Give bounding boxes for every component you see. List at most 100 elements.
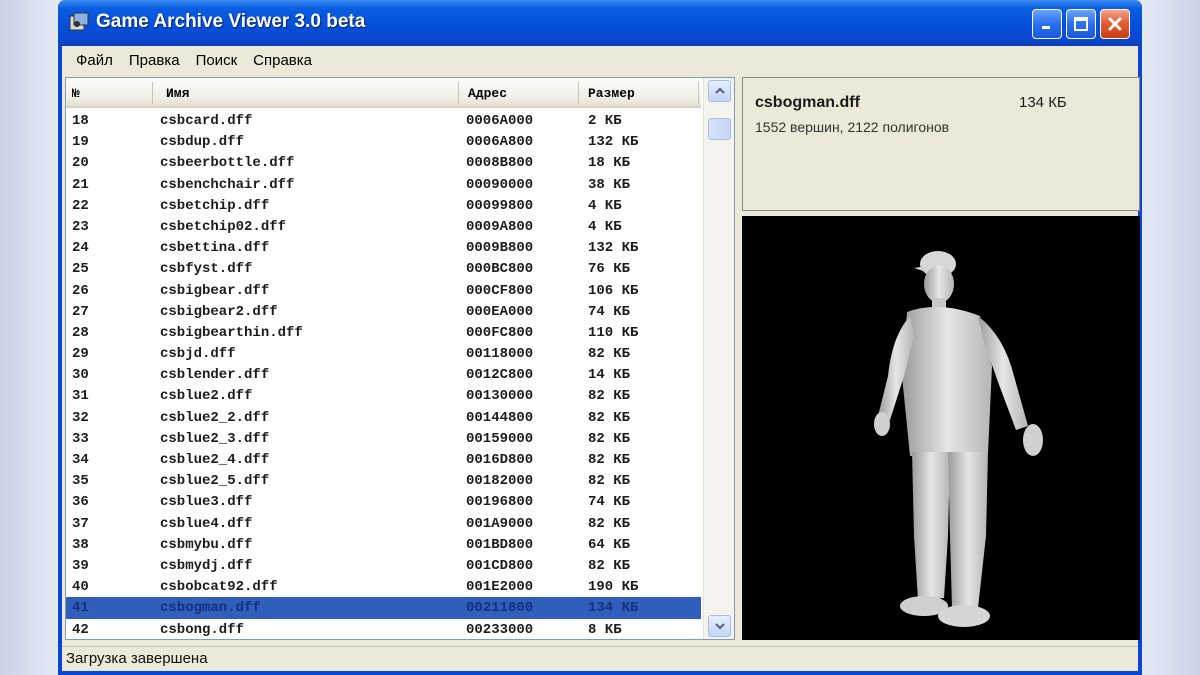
table-row[interactable]: 26 csbigbear.dff 000CF800 106 КБ	[66, 280, 701, 301]
row-address: 0016D800	[466, 452, 534, 468]
row-name: csblue4.dff	[160, 515, 253, 532]
row-size: 74 КБ	[588, 303, 631, 320]
scroll-down-button[interactable]	[708, 615, 731, 637]
table-row[interactable]: 23 csbetchip02.dff 0009A800 4 КБ	[66, 216, 701, 237]
table-row[interactable]: 38 csbmybu.dff 001BD800 64 КБ	[66, 534, 701, 555]
chevron-up-icon	[714, 87, 725, 94]
table-row[interactable]: 40 csbobcat92.dff 001E2000 190 КБ	[66, 576, 701, 597]
column-header-size[interactable]: Размер	[588, 86, 635, 101]
client-area: Файл Правка Поиск Справка № Имя Адрес Ра…	[62, 46, 1140, 671]
column-divider[interactable]	[698, 82, 699, 104]
row-number: 34	[72, 452, 89, 468]
table-row[interactable]: 21 csbenchchair.dff 00090000 38 КБ	[66, 174, 701, 195]
table-row[interactable]: 35 csblue2_5.dff 00182000 82 КБ	[66, 470, 701, 491]
row-address: 000CF800	[466, 282, 534, 299]
table-row[interactable]: 18 csbcard.dff 0006A000 2 КБ	[66, 110, 701, 131]
title-bar[interactable]: Game Archive Viewer 3.0 beta	[58, 0, 1142, 46]
table-row[interactable]: 28 csbigbearthin.dff 000FC800 110 КБ	[66, 322, 701, 343]
table-row[interactable]: 24 csbettina.dff 0009B800 132 КБ	[66, 237, 701, 258]
row-address: 0009A800	[466, 218, 534, 235]
row-number: 26	[72, 282, 89, 299]
menu-file[interactable]: Файл	[68, 52, 121, 69]
selected-file-size: 134 КБ	[1019, 94, 1067, 111]
row-size: 76 КБ	[588, 261, 631, 278]
row-name: csbogman.dff	[160, 600, 261, 617]
vertical-scrollbar[interactable]	[703, 78, 734, 639]
row-size: 4 КБ	[588, 197, 622, 214]
chevron-down-icon	[714, 623, 725, 630]
character-model-preview	[874, 251, 1043, 627]
row-size: 14 КБ	[588, 367, 631, 384]
row-number: 19	[72, 134, 89, 151]
row-number: 35	[72, 473, 89, 490]
row-number: 29	[72, 346, 89, 363]
model-preview-viewport[interactable]	[742, 216, 1140, 640]
list-header: № Имя Адрес Размер	[66, 78, 701, 108]
table-row[interactable]: 39 csbmydj.dff 001CD800 82 КБ	[66, 555, 701, 576]
table-row[interactable]: 42 csbong.dff 00233000 8 КБ	[66, 619, 701, 640]
row-name: csbdup.dff	[160, 134, 245, 151]
row-size: 82 КБ	[588, 557, 631, 574]
menu-edit[interactable]: Правка	[121, 52, 188, 69]
row-number: 27	[72, 303, 89, 320]
row-address: 00211800	[466, 600, 534, 617]
row-name: csbjd.dff	[160, 346, 236, 363]
file-info-panel: csbogman.dff 134 КБ 1552 вершин, 2122 по…	[742, 77, 1140, 211]
row-address: 0012C800	[466, 367, 534, 384]
row-number: 31	[72, 388, 89, 405]
row-name: csbong.dff	[160, 621, 245, 638]
row-address: 00196800	[466, 494, 534, 511]
row-address: 00233000	[466, 621, 534, 638]
maximize-button[interactable]	[1066, 9, 1096, 39]
table-row[interactable]: 36 csblue3.dff 00196800 74 КБ	[66, 491, 701, 512]
row-size: 134 КБ	[588, 600, 639, 617]
scroll-thumb[interactable]	[708, 118, 731, 140]
column-divider[interactable]	[458, 82, 459, 104]
row-size: 190 КБ	[588, 579, 639, 596]
table-row[interactable]: 20 csbeerbottle.dff 0008B800 18 КБ	[66, 152, 701, 173]
row-name: csblue2_5.dff	[160, 473, 270, 490]
table-row[interactable]: 19 csbdup.dff 0006A800 132 КБ	[66, 131, 701, 152]
window-title: Game Archive Viewer 3.0 beta	[96, 11, 366, 32]
table-row[interactable]: 25 csbfyst.dff 000BC800 76 КБ	[66, 258, 701, 279]
maximize-icon	[1074, 17, 1088, 31]
minimize-button[interactable]	[1032, 9, 1062, 39]
column-header-name[interactable]: Имя	[166, 86, 189, 101]
row-name: csblender.dff	[160, 367, 270, 384]
status-bar: Загрузка завершена	[62, 646, 1138, 671]
row-name: csbetchip02.dff	[160, 218, 287, 235]
table-row[interactable]: 33 csblue2_3.dff 00159000 82 КБ	[66, 428, 701, 449]
table-row[interactable]: 29 csbjd.dff 00118000 82 КБ	[66, 343, 701, 364]
table-row[interactable]: 22 csbetchip.dff 00099800 4 КБ	[66, 195, 701, 216]
table-row[interactable]: 31 csblue2.dff 00130000 82 КБ	[66, 385, 701, 406]
table-row[interactable]: 37 csblue4.dff 001A9000 82 КБ	[66, 513, 701, 534]
menu-help[interactable]: Справка	[245, 52, 320, 69]
table-row[interactable]: 41 csbogman.dff 00211800 134 КБ	[66, 597, 701, 619]
row-address: 00182000	[466, 473, 534, 490]
menu-bar: Файл Правка Поиск Справка	[62, 46, 1138, 74]
table-row[interactable]: 34 csblue2_4.dff 0016D800 82 КБ	[66, 449, 701, 470]
column-header-number[interactable]: №	[72, 86, 80, 101]
row-name: csbigbear2.dff	[160, 303, 278, 320]
table-row[interactable]: 27 csbigbear2.dff 000EA000 74 КБ	[66, 301, 701, 322]
menu-search[interactable]: Поиск	[188, 52, 246, 69]
column-divider[interactable]	[152, 82, 153, 104]
close-button[interactable]	[1100, 9, 1130, 39]
minimize-icon	[1042, 26, 1050, 29]
row-number: 40	[72, 579, 89, 596]
column-divider[interactable]	[578, 82, 579, 104]
row-size: 132 КБ	[588, 240, 639, 257]
scroll-up-button[interactable]	[708, 80, 731, 102]
row-number: 20	[72, 155, 89, 172]
row-size: 2 КБ	[588, 113, 622, 129]
column-header-address[interactable]: Адрес	[468, 86, 507, 101]
file-list[interactable]: № Имя Адрес Размер 18 csbcard.dff 0006A000…	[65, 77, 735, 640]
row-address: 001A9000	[466, 515, 534, 532]
row-address: 0006A800	[466, 134, 534, 151]
table-row[interactable]: 32 csblue2_2.dff 00144800 82 КБ	[66, 407, 701, 428]
app-icon	[69, 12, 89, 31]
row-address: 0006A000	[466, 113, 534, 129]
table-row[interactable]: 30 csblender.dff 0012C800 14 КБ	[66, 364, 701, 385]
row-number: 33	[72, 430, 89, 447]
row-number: 30	[72, 367, 89, 384]
